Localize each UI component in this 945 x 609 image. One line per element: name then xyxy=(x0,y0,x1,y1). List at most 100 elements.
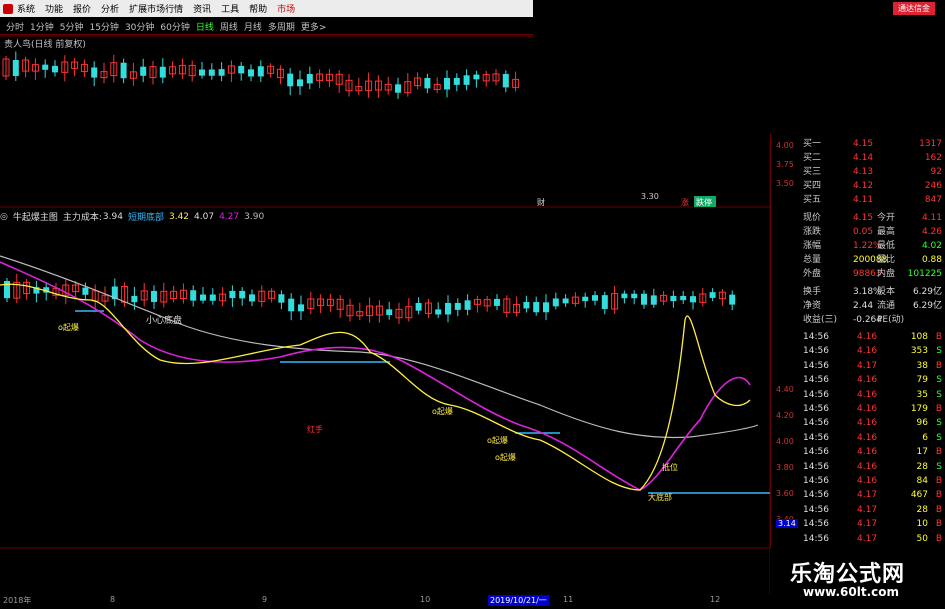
stat-row: 收益(三) -0.264 PE(动) xyxy=(803,315,905,325)
candle-body xyxy=(445,302,451,315)
tick-row: 14:56 4.16 353 S xyxy=(803,346,942,357)
candle-body xyxy=(670,295,677,302)
candle-body xyxy=(209,294,216,301)
candle-body xyxy=(298,304,304,312)
candle-body xyxy=(709,292,716,298)
candle-body xyxy=(453,77,460,85)
bid-row: 买五 4.11 847 xyxy=(803,195,942,205)
annotation-low-price: 3.30 xyxy=(641,192,659,201)
candle-body xyxy=(199,69,205,76)
candle-body xyxy=(502,73,509,88)
candle-body xyxy=(190,290,197,301)
candle-body xyxy=(523,301,530,309)
candle-body xyxy=(543,302,549,313)
ma-yellow-line xyxy=(0,283,751,491)
candle-body xyxy=(395,84,401,93)
candle-body xyxy=(239,290,246,299)
annotation-red-mark: 红手 xyxy=(307,424,323,434)
tick-row: 14:56 4.17 467 B xyxy=(803,490,942,501)
quick-button[interactable]: 通达信金 xyxy=(893,2,935,15)
tick-row: 14:56 4.16 6 S xyxy=(803,432,942,443)
candle-body xyxy=(218,69,225,76)
date-label: 11 xyxy=(563,595,574,604)
candle-body xyxy=(454,302,461,310)
candle-body xyxy=(140,66,147,76)
candle-body xyxy=(288,298,295,312)
annotation-small-bottom: 小心底盘 xyxy=(146,314,182,326)
candle-body xyxy=(582,296,589,302)
bid-row: 买三 4.13 92 xyxy=(803,167,942,177)
upper-candlesticks xyxy=(2,51,520,99)
candle-body xyxy=(592,295,598,301)
date-axis: 2018年 8 9 10 2019/10/21/一 11 12 xyxy=(0,594,770,609)
kline-chart[interactable]: 小心底盘 o起爆 o起爆 o起爆 o起爆 抵位 大底部 红手 3.30 财 涨 … xyxy=(0,0,770,594)
tick-row: 14:56 4.17 38 B xyxy=(803,360,942,371)
candle-body xyxy=(601,295,608,310)
candle-body xyxy=(552,298,559,307)
date-label: 12 xyxy=(710,595,721,604)
candle-body xyxy=(12,60,19,77)
tick-row: 14:56 4.17 10 B xyxy=(803,519,942,530)
stat-row: 总量 200088 量比 0.88 xyxy=(803,255,942,265)
tick-row: 14:56 4.16 35 S xyxy=(803,389,942,400)
candle-body xyxy=(415,303,422,311)
candle-body xyxy=(278,294,285,303)
candle-body xyxy=(306,73,313,84)
candle-body xyxy=(52,65,58,73)
candle-body xyxy=(641,293,647,305)
candle-body xyxy=(151,290,157,302)
candle-body xyxy=(200,294,206,301)
tick-row: 14:56 4.16 108 B xyxy=(803,332,942,342)
candle-body xyxy=(386,309,393,316)
watermark-url: www.60lt.com xyxy=(803,585,900,599)
candle-body xyxy=(424,78,431,89)
candle-body xyxy=(249,294,255,302)
candle-body xyxy=(257,66,264,77)
date-cursor-label: 2019/10/21/一 xyxy=(488,595,549,606)
tick-row: 14:56 4.16 84 B xyxy=(803,476,942,486)
tick-row: 14:56 4.16 28 S xyxy=(803,461,942,472)
tick-row: 14:56 4.16 17 B xyxy=(803,447,942,458)
tick-row: 14:56 4.17 50 B xyxy=(803,533,942,544)
signal-cai: 财 xyxy=(537,197,545,207)
candle-body xyxy=(562,298,569,304)
candle-body xyxy=(631,293,638,299)
date-label: 9 xyxy=(262,595,268,604)
candle-body xyxy=(533,301,540,313)
candle-body xyxy=(650,295,657,305)
candle-body xyxy=(159,66,166,78)
annotation-start: o起爆 xyxy=(58,322,79,332)
candle-body xyxy=(229,290,236,299)
watermark-title: 乐淘公式网 xyxy=(790,562,906,587)
candle-body xyxy=(91,67,98,78)
tick-row: 14:56 4.16 79 S xyxy=(803,375,942,386)
candle-body xyxy=(208,69,215,76)
annotation-buy: 抵位 xyxy=(662,462,678,472)
signal-die: 跌停 xyxy=(696,197,712,207)
candle-body xyxy=(680,295,687,301)
candle-body xyxy=(444,77,450,90)
candle-body xyxy=(42,64,49,70)
candle-body xyxy=(729,294,736,305)
candle-body xyxy=(473,74,480,80)
date-label: 10 xyxy=(420,595,431,604)
annotation-start: o起爆 xyxy=(487,435,508,445)
candle-body xyxy=(297,79,303,87)
tick-row: 14:56 4.16 179 B xyxy=(803,404,942,414)
stat-row: 外盘 98863 内盘 101225 xyxy=(803,269,942,279)
candle-body xyxy=(690,296,696,303)
candle-body xyxy=(494,298,500,306)
bid-row: 买二 4.14 162 xyxy=(803,153,942,163)
annotation-start: o起爆 xyxy=(495,452,516,462)
candle-body xyxy=(248,69,254,77)
annotation-big-bottom: 大底部 xyxy=(648,492,672,502)
stat-row: 换手 3.18% 股本 6.29亿 xyxy=(803,287,942,297)
tick-row: 14:56 4.17 28 B xyxy=(803,504,942,515)
date-label: 8 xyxy=(110,595,116,604)
stat-row: 现价 4.15 今开 4.11 xyxy=(803,213,942,223)
annotation-start: o起爆 xyxy=(432,406,453,416)
stat-row: 净资 2.44 流通 6.29亿 xyxy=(803,301,942,311)
candle-body xyxy=(120,62,127,79)
ma-gray-line xyxy=(0,255,759,439)
candle-body xyxy=(287,73,294,87)
